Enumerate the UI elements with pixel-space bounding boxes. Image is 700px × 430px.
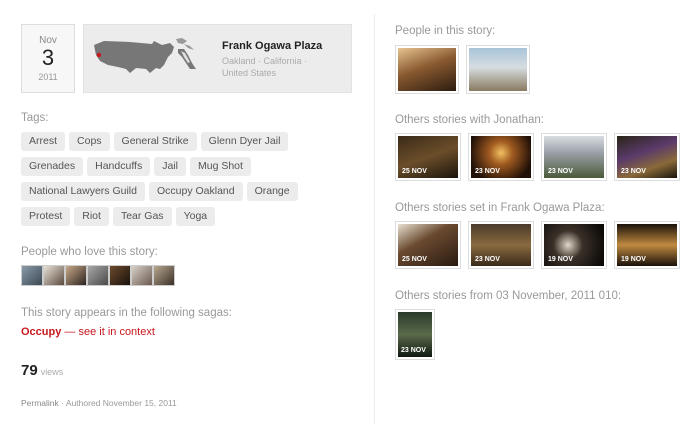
thumb-date: 23 NOV — [475, 168, 500, 175]
story-thumb[interactable]: 23 NOV — [395, 309, 435, 360]
person-thumb[interactable] — [395, 45, 459, 94]
tag[interactable]: Occupy Oakland — [148, 182, 243, 201]
avatar[interactable] — [65, 265, 87, 286]
tag[interactable]: Yoga — [175, 207, 216, 226]
tag[interactable]: National Lawyers Guild — [21, 182, 145, 201]
thumb-date: 19 NOV — [548, 256, 573, 263]
tag[interactable]: Arrest — [21, 132, 66, 151]
thumb-date: 25 NOV — [402, 256, 427, 263]
place-name[interactable]: Frank Ogawa Plaza — [222, 40, 322, 52]
tag[interactable]: General Strike — [113, 132, 197, 151]
tag-list: Arrest Cops General Strike Glenn Dyer Jail G… — [21, 131, 352, 231]
people-heading: People in this story: — [395, 25, 496, 37]
place-location: Oakland · California · United States — [222, 56, 308, 78]
thumb-date: 23 NOV — [621, 168, 646, 175]
avatar[interactable] — [153, 265, 175, 286]
story-thumb[interactable]: 19 NOV — [541, 221, 607, 269]
story-thumb[interactable]: 19 NOV — [614, 221, 680, 269]
tag[interactable]: Glenn Dyer Jail — [200, 132, 289, 151]
saga-context-link[interactable]: — see it in context — [64, 326, 155, 338]
avatar[interactable] — [131, 265, 153, 286]
permalink[interactable]: Permalink — [21, 398, 59, 408]
place-box[interactable]: Frank Ogawa Plaza Oakland · California ·… — [83, 24, 352, 93]
thumb-date: 19 NOV — [621, 256, 646, 263]
people-list — [395, 45, 537, 94]
jonathan-heading: Others stories with Jonathan: — [395, 114, 544, 126]
tags-heading: Tags: — [21, 112, 49, 124]
day-stories: 23 NOV — [395, 309, 442, 360]
tag[interactable]: Jail — [154, 157, 186, 176]
avatar[interactable] — [87, 265, 109, 286]
date-day: 3 — [41, 45, 55, 70]
views-number: 79 — [21, 362, 38, 379]
day-heading: Others stories from 03 November, 2011 01… — [395, 290, 622, 302]
thumb-date: 25 NOV — [402, 168, 427, 175]
saga-heading: This story appears in the following saga… — [21, 307, 232, 319]
plaza-stories: 25 NOV 23 NOV 19 NOV 19 NOV — [395, 221, 687, 269]
saga-name[interactable]: Occupy — [21, 326, 61, 338]
story-thumb[interactable]: 25 NOV — [395, 133, 461, 181]
saga-link[interactable]: Occupy — see it in context — [21, 326, 155, 338]
story-thumb[interactable]: 23 NOV — [541, 133, 607, 181]
tag[interactable]: Handcuffs — [87, 157, 151, 176]
date-year: 2011 — [38, 72, 58, 82]
jonathan-stories: 25 NOV 23 NOV 23 NOV 23 NOV — [395, 133, 687, 181]
plaza-heading: Others stories set in Frank Ogawa Plaza: — [395, 202, 605, 214]
authored-date: · Authored November 15, 2011 — [61, 398, 177, 408]
thumb-date: 23 NOV — [401, 347, 426, 354]
love-heading: People who love this story: — [21, 246, 158, 258]
avatar[interactable] — [43, 265, 65, 286]
avatar[interactable] — [21, 265, 43, 286]
tag[interactable]: Protest — [21, 207, 71, 226]
tag[interactable]: Mug Shot — [189, 157, 251, 176]
story-thumb[interactable]: 23 NOV — [614, 133, 680, 181]
story-thumb[interactable]: 23 NOV — [468, 133, 534, 181]
tag[interactable]: Tear Gas — [112, 207, 172, 226]
avatar-list — [21, 265, 175, 286]
us-map-icon — [94, 38, 196, 73]
tag[interactable]: Riot — [74, 207, 109, 226]
date-box: Nov 3 2011 — [21, 24, 75, 93]
thumb-date: 23 NOV — [475, 256, 500, 263]
column-divider — [374, 14, 375, 424]
thumb-date: 23 NOV — [548, 168, 573, 175]
view-count: 79 views — [21, 362, 63, 380]
avatar[interactable] — [109, 265, 131, 286]
story-thumb[interactable]: 23 NOV — [468, 221, 534, 269]
tag[interactable]: Orange — [246, 182, 298, 201]
tag[interactable]: Cops — [69, 132, 110, 151]
tag[interactable]: Grenades — [21, 157, 84, 176]
person-thumb[interactable] — [466, 45, 530, 94]
story-meta: Permalink · Authored November 15, 2011 — [21, 398, 177, 408]
story-thumb[interactable]: 25 NOV — [395, 221, 461, 269]
views-label: views — [40, 367, 64, 377]
